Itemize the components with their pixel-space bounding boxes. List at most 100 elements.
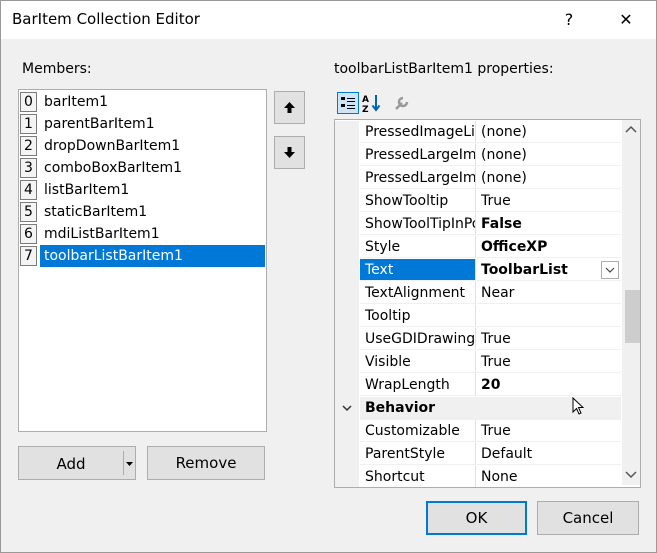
item-index: 5 [20,202,37,222]
scroll-down-icon[interactable] [624,470,638,480]
item-index: 4 [20,180,37,200]
mouse-cursor-icon [572,397,585,415]
property-name: Tooltip [360,305,476,327]
item-index: 7 [20,246,37,266]
property-row[interactable]: Shortcut None [335,466,621,487]
item-name: mdiListBarItem1 [44,226,160,242]
vertical-scrollbar[interactable] [622,120,640,485]
properties-label: toolbarListBarItem1 properties: [334,61,554,77]
add-button[interactable]: Add [18,446,136,480]
property-value[interactable]: (none) [477,121,621,143]
property-name: Shortcut [360,466,476,487]
list-item-selected[interactable]: 7 toolbarListBarItem1 [20,245,265,267]
scrollbar-thumb[interactable] [625,290,640,343]
svg-text:A: A [362,95,369,105]
property-row[interactable]: PressedImageList (none) [335,121,621,144]
collapse-chevron-icon[interactable] [335,397,359,420]
arrow-down-icon [284,147,295,158]
property-row[interactable]: ShowToolTipInPopup False [335,213,621,236]
property-grid-toolbar: A Z [334,89,639,119]
item-index: 3 [20,158,37,178]
property-name: ShowTooltip [360,190,476,212]
property-row[interactable]: PressedLargeImageList (none) [335,144,621,167]
item-name: dropDownBarItem1 [44,138,181,154]
value-dropdown-button[interactable] [601,261,619,279]
alphabetical-icon: A Z [362,95,381,115]
list-item[interactable]: 5 staticBarItem1 [20,201,265,223]
window-title: BarItem Collection Editor [12,10,200,28]
collection-editor-dialog: BarItem Collection Editor ? ✕ Members: t… [0,0,657,553]
list-item[interactable]: 0 barItem1 [20,91,265,113]
property-value[interactable]: Near [477,282,621,304]
property-value[interactable]: True [477,351,621,373]
property-value[interactable]: (none) [477,144,621,166]
list-item[interactable]: 3 comboBoxBarItem1 [20,157,265,179]
property-value[interactable]: 20 [477,374,621,396]
property-row[interactable]: Customizable True [335,420,621,443]
item-index: 6 [20,224,37,244]
close-button[interactable]: ✕ [613,7,639,33]
property-value[interactable]: (none) [477,167,621,189]
item-index: 2 [20,136,37,156]
title-bar: BarItem Collection Editor ? ✕ [1,1,656,39]
property-value[interactable]: False [477,213,621,235]
item-name: comboBoxBarItem1 [44,160,183,176]
move-down-button[interactable] [274,136,305,169]
property-name: ShowToolTipInPopup [360,213,476,235]
property-value[interactable]: True [477,420,621,442]
remove-button[interactable]: Remove [147,446,265,480]
item-index: 1 [20,114,37,134]
help-button[interactable]: ? [556,7,582,33]
cancel-button[interactable]: Cancel [537,501,639,535]
property-pages-button[interactable] [391,92,413,114]
property-name: PressedLargeImageList [360,144,476,166]
list-item[interactable]: 6 mdiListBarItem1 [20,223,265,245]
scroll-up-icon[interactable] [624,124,638,134]
property-row[interactable]: WrapLength 20 [335,374,621,397]
chevron-down-icon[interactable] [125,461,134,467]
property-row-selected[interactable]: Text ToolbarList [335,259,621,282]
property-value[interactable]: None [477,466,621,487]
property-value[interactable]: OfficeXP [477,236,621,258]
property-name: WrapLength [360,374,476,396]
property-name: Visible [360,351,476,373]
property-value[interactable]: True [477,190,621,212]
property-row[interactable]: PressedLargeImages (none) [335,167,621,190]
property-row[interactable]: ShowTooltip True [335,190,621,213]
property-value[interactable] [477,305,621,327]
property-row[interactable]: TextAlignment Near [335,282,621,305]
property-value[interactable]: Default [477,443,621,465]
ok-button[interactable]: OK [426,501,527,535]
item-name: staticBarItem1 [44,204,148,220]
property-name: Style [360,236,476,258]
property-name: ParentStyle [360,443,476,465]
svg-text:Z: Z [362,105,369,114]
list-item[interactable]: 1 parentBarItem1 [20,113,265,135]
move-up-button[interactable] [274,91,305,124]
property-grid[interactable]: PressedImageList (none) PressedLargeImag… [334,119,641,488]
property-row[interactable]: Tooltip [335,305,621,328]
property-row[interactable]: UseGDIDrawing True [335,328,621,351]
list-item[interactable]: 2 dropDownBarItem1 [20,135,265,157]
alphabetical-button[interactable]: A Z [361,92,383,115]
list-item[interactable]: 4 listBarItem1 [20,179,265,201]
property-name: Customizable [360,420,476,442]
split-divider [123,451,124,475]
property-row[interactable]: ParentStyle Default [335,443,621,466]
property-value[interactable]: True [477,328,621,350]
property-name: PressedLargeImages [360,167,476,189]
arrow-up-icon [284,102,295,113]
property-name: Text [360,259,476,281]
add-label: Add [56,455,86,473]
property-row[interactable]: Style OfficeXP [335,236,621,259]
item-name: toolbarListBarItem1 [40,245,265,267]
item-name: parentBarItem1 [44,116,155,132]
members-list[interactable]: 0 barItem1 1 parentBarItem1 2 dropDownBa… [18,89,267,432]
wrench-icon [395,96,409,110]
item-name: listBarItem1 [44,182,130,198]
categorized-icon [341,97,355,109]
property-value[interactable]: ToolbarList [477,259,621,281]
categorized-button[interactable] [337,92,359,114]
item-name: barItem1 [44,94,108,110]
property-row[interactable]: Visible True [335,351,621,374]
